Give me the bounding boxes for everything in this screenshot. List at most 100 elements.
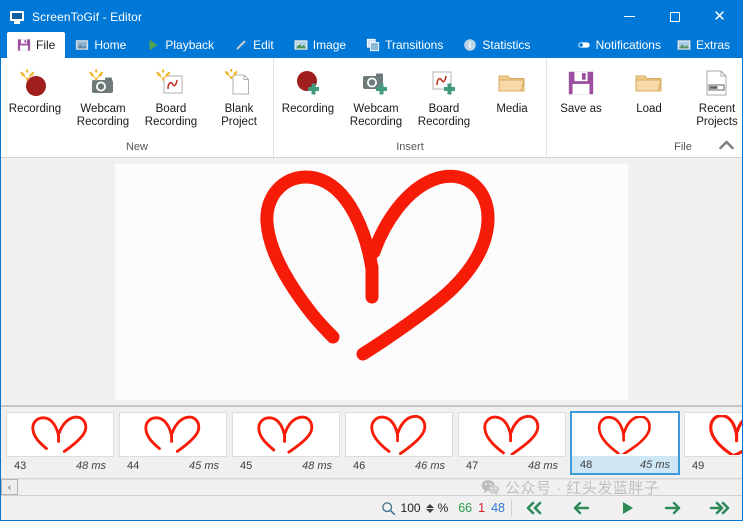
tab-statistics-label: Statistics xyxy=(482,38,531,52)
new-board-recording-button[interactable]: Board Recording xyxy=(137,63,205,129)
play-icon xyxy=(149,39,158,51)
insert-recording-label: Recording xyxy=(281,103,335,115)
load-label: Load xyxy=(636,103,662,115)
heart-thumbnail-icon xyxy=(257,415,314,454)
insert-board-recording-button[interactable]: Board Recording xyxy=(410,63,478,129)
ribbon-collapse-button[interactable] xyxy=(716,136,736,154)
minimize-icon xyxy=(624,16,635,17)
save-as-button[interactable]: Save as xyxy=(547,63,615,116)
scrollbar-track[interactable] xyxy=(18,479,742,495)
ribbon-group-insert-items: Recording Webcam Recording Board Recordi… xyxy=(274,63,546,129)
zoom-value[interactable]: 100 xyxy=(399,501,423,515)
tab-notifications[interactable]: Notifications xyxy=(571,34,667,56)
frame-delay: 48 ms xyxy=(76,459,106,472)
frame-thumbnail xyxy=(232,412,340,457)
close-button[interactable]: ✕ xyxy=(697,1,742,32)
frame-item[interactable]: 47 48 ms xyxy=(457,411,567,475)
tab-extras[interactable]: Extras xyxy=(671,34,736,56)
frame-thumbnail xyxy=(458,412,566,457)
magnifier-icon xyxy=(381,501,395,515)
frame-counters: 66 1 48 xyxy=(452,501,511,515)
new-webcam-recording-button[interactable]: Webcam Recording xyxy=(69,63,137,129)
skip-back-icon xyxy=(526,501,542,515)
tab-statistics[interactable]: Statistics xyxy=(453,32,540,58)
picture-icon xyxy=(294,40,308,50)
zoom-stepper[interactable] xyxy=(425,503,435,513)
tab-extras-label: Extras xyxy=(695,38,730,52)
recent-projects-button[interactable]: Recent Projects xyxy=(683,63,743,129)
extras-image-icon xyxy=(677,40,691,50)
frame-meta: 45 48 ms xyxy=(232,457,340,474)
new-webcam-recording-label: Webcam Recording xyxy=(76,103,130,128)
ribbon-group-insert-title: Insert xyxy=(396,141,424,153)
save-as-label: Save as xyxy=(560,103,602,115)
insert-recording-button[interactable]: Recording xyxy=(274,63,342,116)
insert-webcam-recording-button[interactable]: Webcam Recording xyxy=(342,63,410,129)
next-frame-button[interactable] xyxy=(650,497,696,520)
count-current: 48 xyxy=(491,501,505,515)
tab-playback[interactable]: Playback xyxy=(136,32,224,58)
layers-icon xyxy=(366,38,380,52)
insert-media-button[interactable]: Media xyxy=(478,63,546,116)
previous-frame-button[interactable] xyxy=(558,497,604,520)
insert-webcam-recording-label: Webcam Recording xyxy=(349,103,403,128)
frame-number: 47 xyxy=(466,459,479,472)
scroll-left-button[interactable]: ‹ xyxy=(1,479,18,495)
zoom-unit-label: % xyxy=(437,501,449,515)
new-recording-icon xyxy=(18,66,52,100)
load-button[interactable]: Load xyxy=(615,63,683,116)
frame-thumbnail xyxy=(119,412,227,457)
new-recording-button[interactable]: Recording xyxy=(1,63,69,116)
frame-meta: 44 45 ms xyxy=(119,457,227,474)
frame-thumbnail xyxy=(572,413,678,456)
recent-projects-label: Recent Projects xyxy=(696,103,738,128)
ribbon-group-file: Save as Load Recent Projects File xyxy=(546,58,743,157)
insert-media-label: Media xyxy=(496,103,528,115)
frame-item-selected[interactable]: 48 45 ms xyxy=(570,411,680,475)
preview-canvas-area[interactable] xyxy=(1,158,742,406)
play-button[interactable] xyxy=(604,497,650,520)
frame-strip-scrollbar[interactable]: ‹ xyxy=(1,478,742,495)
floppy-disk-icon xyxy=(17,39,31,51)
maximize-button[interactable] xyxy=(652,1,697,32)
last-frame-button[interactable] xyxy=(696,497,742,520)
frame-item[interactable]: 49 47 xyxy=(683,411,742,475)
frame-delay: 48 ms xyxy=(528,459,558,472)
new-webcam-icon xyxy=(86,66,120,100)
first-frame-button[interactable] xyxy=(512,497,558,520)
minimize-button[interactable] xyxy=(607,1,652,32)
tab-transitions[interactable]: Transitions xyxy=(356,32,453,58)
save-as-icon xyxy=(564,66,598,100)
insert-board-icon xyxy=(427,66,461,100)
tab-image[interactable]: Image xyxy=(284,32,356,58)
frame-thumbnail xyxy=(6,412,114,457)
new-board-recording-label: Board Recording xyxy=(144,103,198,128)
frame-preview-canvas[interactable] xyxy=(115,163,628,400)
frame-item[interactable]: 45 48 ms xyxy=(231,411,341,475)
frame-item[interactable]: 46 46 ms xyxy=(344,411,454,475)
tab-file[interactable]: File xyxy=(7,32,66,58)
chevron-left-icon: ‹ xyxy=(8,482,11,492)
frame-item[interactable]: 44 45 ms xyxy=(118,411,228,475)
status-bar: 100 % 66 1 48 xyxy=(1,495,742,520)
frame-meta: 46 46 ms xyxy=(345,457,453,474)
frame-number: 46 xyxy=(353,459,366,472)
new-blank-project-button[interactable]: Blank Project xyxy=(205,63,273,129)
tab-edit[interactable]: Edit xyxy=(224,32,284,58)
heart-thumbnail-icon xyxy=(709,414,742,455)
title-bar: ScreenToGif - Editor ✕ xyxy=(1,1,742,32)
count-total: 66 xyxy=(458,501,473,515)
tab-transitions-label: Transitions xyxy=(385,38,444,52)
frame-delay: 48 ms xyxy=(302,459,332,472)
playback-controls xyxy=(512,497,742,520)
frame-item[interactable]: 43 48 ms xyxy=(5,411,115,475)
frame-number: 48 xyxy=(580,458,593,471)
tab-home-label: Home xyxy=(94,38,127,52)
zoom-control[interactable]: 100 % xyxy=(377,498,453,519)
frame-thumbnail-strip[interactable]: 43 48 ms 44 45 ms 45 48 ms 46 46 ms 47 4… xyxy=(1,406,742,478)
ribbon-panel: Recording Webcam Recording Board Recordi… xyxy=(1,58,742,158)
ribbon-group-new-items: Recording Webcam Recording Board Recordi… xyxy=(1,63,273,129)
recent-projects-icon xyxy=(700,66,734,100)
tab-home[interactable]: Home xyxy=(65,32,136,58)
heart-thumbnail-icon xyxy=(370,414,427,455)
